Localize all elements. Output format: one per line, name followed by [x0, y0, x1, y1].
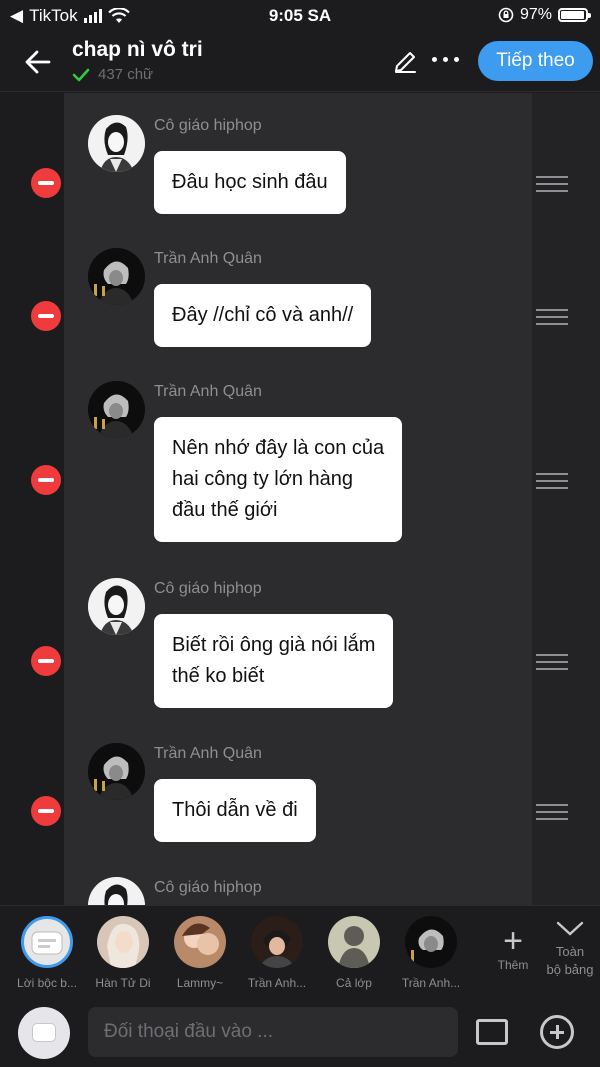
avatar[interactable] [88, 248, 145, 305]
message-bubble[interactable]: Thôi dẫn về đi [154, 779, 316, 842]
word-count-row: 437 chữ [72, 66, 153, 83]
rotation-lock-icon [498, 7, 514, 23]
image-icon[interactable] [476, 1019, 508, 1045]
drag-handle-icon[interactable] [536, 654, 568, 675]
speaker-name: Trần Anh Quân [154, 745, 262, 762]
avatar[interactable] [88, 578, 145, 635]
add-circle-icon[interactable] [540, 1015, 574, 1049]
delete-message-icon[interactable] [31, 464, 61, 495]
check-icon [72, 68, 90, 81]
character-avatar [251, 916, 303, 968]
message-bubble[interactable]: Biết rồi ông già nói lắm thế ko biết [154, 614, 394, 708]
story-title[interactable]: chap nì vô tri [72, 38, 203, 62]
add-character-label: Thêm [497, 958, 529, 972]
character-label: Lammy~ [176, 976, 224, 990]
add-character-button[interactable]: + Thêm [490, 924, 536, 972]
delete-message-icon[interactable] [31, 300, 61, 331]
dialogue-input[interactable]: Đối thoại đầu vào ... [88, 1007, 458, 1057]
reorder-lane [532, 93, 600, 905]
message-bubble[interactable]: Nên nhớ đây là con của hai công ty lớn h… [154, 417, 403, 542]
all-characters-button[interactable]: Toàn bộ bảng [540, 920, 600, 979]
character-label: Lời bộc b... [17, 976, 77, 990]
battery-fill [561, 11, 585, 19]
character-label: Cả lớp [336, 976, 372, 990]
drag-handle-icon[interactable] [536, 175, 568, 197]
plus-icon: + [503, 922, 523, 960]
avatar[interactable] [88, 743, 145, 800]
input-bar: Đối thoại đầu vào ... [0, 995, 600, 1067]
pen-icon[interactable] [392, 49, 418, 75]
word-count: 437 chữ [98, 66, 154, 83]
status-bar: ◀ TikTok 9:05 SA 97% [0, 0, 600, 32]
battery-icon [558, 8, 591, 22]
message-bubble[interactable]: Đây //chỉ cô và anh// [154, 284, 372, 347]
speaker-name: Trần Anh Quân [154, 250, 262, 267]
back-arrow-icon[interactable] [22, 46, 54, 78]
character-item[interactable]: Cả lớp [319, 916, 389, 990]
message-bubble[interactable]: Đâu học sinh đâu [154, 151, 346, 214]
character-item[interactable]: Trần Anh... [396, 916, 466, 990]
chat-area[interactable]: Cô giáo hiphop Đâu học sinh đâu Trần Anh Q… [0, 93, 600, 905]
character-label: Hàn Tử Di [95, 976, 151, 990]
character-avatar [97, 916, 149, 968]
character-label: Trần Anh... [401, 976, 461, 990]
all-characters-label: Toàn bộ bảng [546, 944, 594, 977]
avatar[interactable] [88, 381, 145, 438]
delete-message-icon[interactable] [31, 646, 61, 676]
character-item[interactable]: Lời bộc b... [12, 916, 82, 990]
character-item[interactable]: Lammy~ [165, 916, 235, 990]
delete-message-icon[interactable] [31, 795, 61, 826]
header: chap nì vô tri 437 chữ Tiếp theo [0, 32, 600, 92]
narration-button[interactable] [18, 1007, 70, 1059]
character-bar: Lời bộc b... Hàn Tử Di Lammy~ Trần Anh... Cả… [0, 905, 600, 995]
chevron-down-icon [556, 921, 584, 936]
character-avatar [328, 916, 380, 968]
character-item[interactable]: Trần Anh... [242, 916, 312, 990]
more-icon[interactable] [432, 57, 459, 62]
status-right: 97% [498, 6, 591, 24]
drag-handle-icon[interactable] [536, 472, 568, 494]
drag-handle-icon[interactable] [536, 803, 568, 825]
next-button[interactable]: Tiếp theo [478, 41, 593, 81]
character-avatar [405, 916, 457, 968]
character-avatar [174, 916, 226, 968]
drag-handle-icon[interactable] [536, 308, 568, 330]
character-avatar [21, 916, 73, 968]
avatar[interactable] [88, 115, 145, 172]
battery-percent: 97% [519, 6, 552, 23]
delete-message-icon[interactable] [31, 167, 61, 198]
speaker-name: Cô giáo hiphop [154, 117, 262, 134]
speaker-name: Cô giáo hiphop [154, 580, 262, 597]
character-label: Trần Anh... [247, 976, 307, 990]
character-item[interactable]: Hàn Tử Di [88, 916, 158, 990]
narration-icon [32, 1023, 56, 1042]
speaker-name: Trần Anh Quân [154, 383, 262, 400]
speaker-name: Cô giáo hiphop [154, 879, 262, 896]
